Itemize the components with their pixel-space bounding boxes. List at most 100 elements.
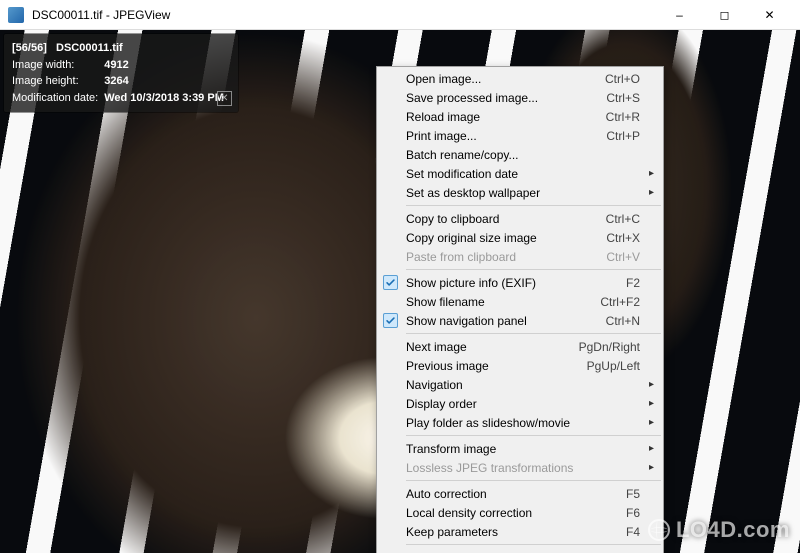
menu-item-label: Auto correction bbox=[406, 487, 614, 501]
menu-item-shortcut: F4 bbox=[626, 525, 640, 539]
menu-item-shortcut: F2 bbox=[626, 276, 640, 290]
menu-item-copy-to-clipboard[interactable]: Copy to clipboard Ctrl+C bbox=[378, 209, 662, 228]
check-icon bbox=[383, 275, 398, 290]
chevron-right-icon: ▸ bbox=[649, 417, 654, 428]
menu-item-label: Local density correction bbox=[406, 506, 614, 520]
menu-item-label: Show picture info (EXIF) bbox=[406, 276, 614, 290]
menu-separator bbox=[406, 544, 661, 545]
info-value: 3264 bbox=[104, 73, 230, 90]
menu-item-label: Paste from clipboard bbox=[406, 250, 594, 264]
exif-info-panel: [56/56] DSC00011.tif Image width:4912Ima… bbox=[4, 34, 238, 112]
chevron-right-icon: ▸ bbox=[649, 462, 654, 473]
menu-item-label: Lossless JPEG transformations bbox=[406, 461, 640, 475]
menu-item-label: Display order bbox=[406, 397, 640, 411]
watermark: LO4D.com bbox=[648, 517, 790, 543]
menu-item-label: Open image... bbox=[406, 72, 593, 86]
menu-item-label: Batch rename/copy... bbox=[406, 148, 640, 162]
menu-item-auto-correction[interactable]: Auto correction F5 bbox=[378, 484, 662, 503]
menu-item-keep-parameters[interactable]: Keep parametersF4 bbox=[378, 522, 662, 541]
menu-item-copy-original-size-image[interactable]: Copy original size image Ctrl+X bbox=[378, 228, 662, 247]
menu-item-label: Navigation bbox=[406, 378, 640, 392]
menu-item-shortcut: Ctrl+R bbox=[606, 110, 640, 124]
menu-item-label: Set modification date bbox=[406, 167, 640, 181]
menu-item-show-filename[interactable]: Show filename Ctrl+F2 bbox=[378, 292, 662, 311]
menu-separator bbox=[406, 205, 661, 206]
window-minimize-button[interactable]: – bbox=[657, 0, 702, 30]
info-label: Image height: bbox=[12, 73, 104, 90]
menu-item-show-navigation-panel[interactable]: Show navigation panel Ctrl+N bbox=[378, 311, 662, 330]
info-row: Image width:4912 bbox=[12, 57, 230, 74]
image-filename: DSC00011.tif bbox=[56, 42, 123, 54]
app-icon bbox=[8, 7, 24, 23]
chevron-right-icon: ▸ bbox=[649, 379, 654, 390]
menu-item-label: Show filename bbox=[406, 295, 588, 309]
check-icon bbox=[383, 313, 398, 328]
menu-item-shortcut: Ctrl+O bbox=[605, 72, 640, 86]
menu-item-set-modification-date[interactable]: Set modification date ▸ bbox=[378, 164, 662, 183]
menu-item-play-folder-as-slideshow-movie[interactable]: Play folder as slideshow/movie ▸ bbox=[378, 413, 662, 432]
titlebar: DSC00011.tif - JPEGView – ◻ ✕ bbox=[0, 0, 800, 30]
menu-item-shortcut: Ctrl+C bbox=[606, 212, 640, 226]
menu-item-batch-rename-copy[interactable]: Batch rename/copy... bbox=[378, 145, 662, 164]
menu-item-label: Copy to clipboard bbox=[406, 212, 594, 226]
menu-item-shortcut: PgUp/Left bbox=[587, 359, 640, 373]
menu-separator bbox=[406, 333, 661, 334]
menu-item-label: Previous image bbox=[406, 359, 575, 373]
menu-item-reload-image[interactable]: Reload imageCtrl+R bbox=[378, 107, 662, 126]
info-row: Modification date:Wed 10/3/2018 3:39 PM bbox=[12, 90, 230, 107]
menu-item-label: Save processed image... bbox=[406, 91, 594, 105]
menu-separator bbox=[406, 269, 661, 270]
menu-item-shortcut: Ctrl+N bbox=[606, 314, 640, 328]
menu-item-label: Set as desktop wallpaper bbox=[406, 186, 640, 200]
menu-item-previous-image[interactable]: Previous image PgUp/Left bbox=[378, 356, 662, 375]
menu-item-shortcut: Ctrl+V bbox=[606, 250, 640, 264]
globe-icon bbox=[648, 519, 670, 541]
info-value: Wed 10/3/2018 3:39 PM bbox=[104, 90, 230, 107]
info-label: Image width: bbox=[12, 57, 104, 74]
menu-item-label: Show navigation panel bbox=[406, 314, 594, 328]
menu-item-shortcut: Ctrl+S bbox=[606, 91, 640, 105]
menu-item-navigation[interactable]: Navigation ▸ bbox=[378, 375, 662, 394]
menu-item-show-picture-info-exif[interactable]: Show picture info (EXIF) F2 bbox=[378, 273, 662, 292]
menu-item-label: Copy original size image bbox=[406, 231, 594, 245]
chevron-right-icon: ▸ bbox=[649, 187, 654, 198]
menu-item-shortcut: PgDn/Right bbox=[579, 340, 640, 354]
window-maximize-button[interactable]: ◻ bbox=[702, 0, 747, 30]
info-label: Modification date: bbox=[12, 90, 104, 107]
menu-item-next-image[interactable]: Next image PgDn/Right bbox=[378, 337, 662, 356]
menu-item-label: Play folder as slideshow/movie bbox=[406, 416, 640, 430]
image-counter: [56/56] bbox=[12, 42, 47, 54]
menu-item-shortcut: Ctrl+X bbox=[606, 231, 640, 245]
menu-item-lossless-jpeg-transformations: Lossless JPEG transformations ▸ bbox=[378, 458, 662, 477]
menu-item-shortcut: Ctrl+F2 bbox=[600, 295, 640, 309]
chevron-right-icon: ▸ bbox=[649, 168, 654, 179]
menu-item-shortcut: F6 bbox=[626, 506, 640, 520]
info-panel-header: [56/56] DSC00011.tif bbox=[12, 40, 230, 57]
menu-item-save-processed-image[interactable]: Save processed image... Ctrl+S bbox=[378, 88, 662, 107]
menu-item-transform-image[interactable]: Transform image ▸ bbox=[378, 439, 662, 458]
menu-item-display-order[interactable]: Display order ▸ bbox=[378, 394, 662, 413]
menu-separator bbox=[406, 480, 661, 481]
menu-item-shortcut: F5 bbox=[626, 487, 640, 501]
chevron-right-icon: ▸ bbox=[649, 443, 654, 454]
menu-item-open-image[interactable]: Open image... Ctrl+O bbox=[378, 69, 662, 88]
watermark-text: LO4D.com bbox=[676, 517, 790, 543]
info-table: Image width:4912Image height:3264Modific… bbox=[12, 57, 230, 107]
menu-item-label: Transform image bbox=[406, 442, 640, 456]
menu-separator bbox=[406, 435, 661, 436]
chevron-right-icon: ▸ bbox=[649, 398, 654, 409]
context-menu: Open image... Ctrl+O Save processed image.… bbox=[376, 66, 664, 553]
menu-item-paste-from-clipboard: Paste from clipboard Ctrl+V bbox=[378, 247, 662, 266]
info-panel-close-button[interactable]: ✕ bbox=[217, 91, 232, 106]
menu-item-save-parameters-to-db[interactable]: Save parameters to DBS bbox=[378, 548, 662, 553]
menu-item-set-as-desktop-wallpaper[interactable]: Set as desktop wallpaper ▸ bbox=[378, 183, 662, 202]
window-title: DSC00011.tif - JPEGView bbox=[32, 8, 657, 22]
info-row: Image height:3264 bbox=[12, 73, 230, 90]
window-close-button[interactable]: ✕ bbox=[747, 0, 792, 30]
menu-item-local-density-correction[interactable]: Local density correction F6 bbox=[378, 503, 662, 522]
menu-item-shortcut: Ctrl+P bbox=[606, 129, 640, 143]
image-viewport[interactable]: [56/56] DSC00011.tif Image width:4912Ima… bbox=[0, 30, 800, 553]
info-value: 4912 bbox=[104, 57, 230, 74]
menu-item-label: Next image bbox=[406, 340, 567, 354]
menu-item-print-image[interactable]: Print image...Ctrl+P bbox=[378, 126, 662, 145]
